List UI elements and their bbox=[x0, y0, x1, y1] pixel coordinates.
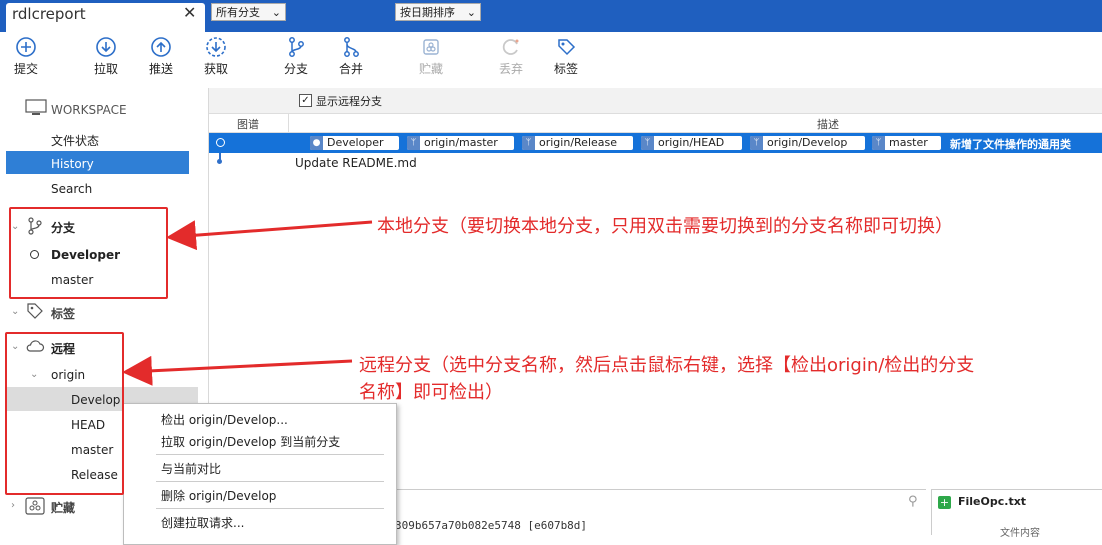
remote-branch-arrow bbox=[122, 355, 353, 386]
local-branch-arrow bbox=[166, 220, 373, 251]
remote-branch-note-line1: 远程分支（选中分支名称，然后点击鼠标右键，选择【检出origin/检出的分支 bbox=[359, 355, 975, 376]
annotation-arrows bbox=[122, 220, 373, 386]
remote-branch-note-line2: 名称】即可检出） bbox=[359, 382, 503, 403]
local-branch-note: 本地分支（要切换本地分支，只用双击需要切换到的分支名称即可切换） bbox=[377, 216, 953, 237]
